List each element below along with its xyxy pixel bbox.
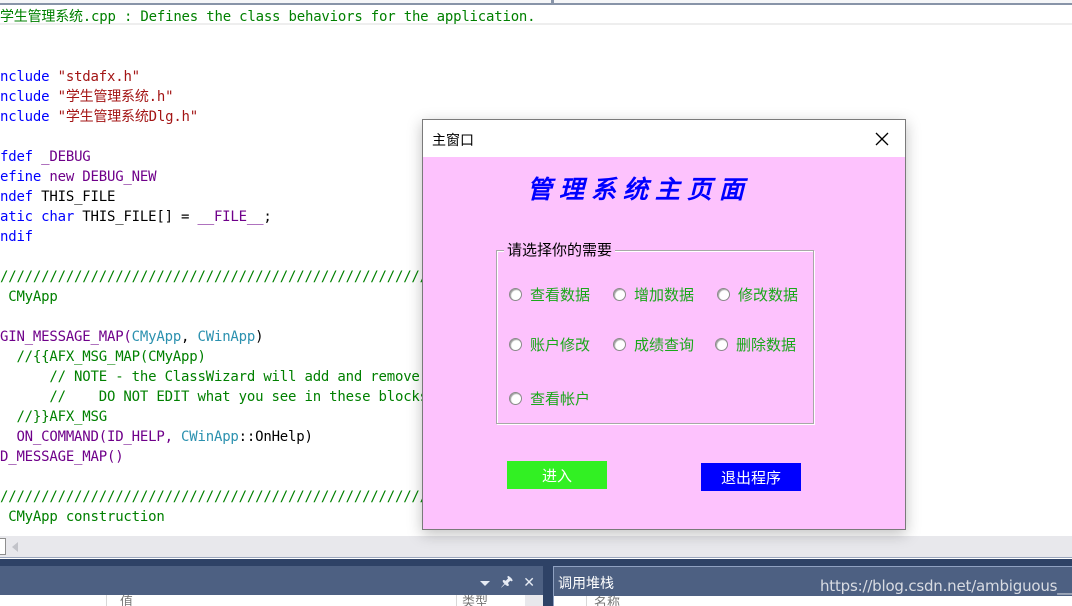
code-token: ON_COMMAND(ID_HELP, [0, 429, 182, 445]
code-token: , [181, 329, 198, 345]
code-line[interactable]: nclude "学生管理系统.h" [0, 87, 174, 107]
code-line[interactable]: nclude "学生管理系统Dlg.h" [0, 107, 198, 127]
code-token: new DEBUG_NEW [49, 169, 157, 185]
code-token: ) [255, 329, 264, 345]
radio-circle[interactable] [613, 338, 626, 351]
code-token: THIS_FILE [41, 189, 116, 205]
radio-circle[interactable] [509, 338, 522, 351]
locals-table: 值 类型 [0, 595, 543, 606]
code-line[interactable]: CMyApp construction [0, 507, 165, 527]
radio-circle[interactable] [717, 288, 730, 301]
code-token: "学生管理系统.h" [57, 89, 174, 105]
radio-modify-data[interactable]: 修改数据 [717, 284, 798, 305]
code-token: CMyApp [0, 289, 58, 305]
code-line[interactable]: ON_COMMAND(ID_HELP, CWinApp::OnHelp) [0, 427, 313, 447]
code-token: "stdafx.h" [57, 69, 140, 85]
code-line[interactable]: ndef THIS_FILE [0, 187, 115, 207]
code-line[interactable]: nclude "stdafx.h" [0, 67, 140, 87]
code-token: ::OnHelp) [238, 429, 313, 445]
code-token: CWinApp [181, 429, 239, 445]
code-line[interactable]: //{{AFX_MSG_MAP(CMyApp) [0, 347, 206, 367]
radio-label: 账户修改 [530, 336, 591, 354]
code-line[interactable]: CMyApp [0, 287, 58, 307]
close-icon[interactable]: ✕ [523, 575, 535, 591]
code-token: __FILE__ [197, 209, 264, 225]
close-icon [875, 132, 889, 145]
code-token: THIS_FILE[] = [82, 209, 198, 225]
radio-label: 增加数据 [634, 286, 695, 304]
options-groupbox: 请选择你的需要 查看数据 增加数据 修改数据 账户修改 成绩查询 删除数据 查看… [496, 241, 814, 424]
code-line[interactable]: atic char THIS_FILE[] = __FILE__; [0, 207, 272, 227]
radio-circle[interactable] [509, 288, 522, 301]
dialog-title: 主窗口 [432, 133, 474, 149]
watermark: https://blog.csdn.net/ambiguous__ [820, 577, 1072, 595]
column-separator[interactable] [106, 595, 107, 606]
code-token: ; [263, 209, 272, 225]
code-token: //}}AFX_MSG [0, 409, 107, 425]
radio-query-grades[interactable]: 成绩查询 [613, 334, 694, 355]
radio-circle[interactable] [509, 392, 522, 405]
radio-view-data[interactable]: 查看数据 [509, 284, 590, 305]
code-line[interactable]: fdef _DEBUG [0, 147, 91, 167]
code-token: fdef [0, 149, 42, 165]
code-token: efine [0, 169, 50, 185]
code-token: //{{AFX_MSG_MAP(CMyApp) [0, 349, 206, 365]
code-token: CMyApp [131, 329, 182, 345]
dropdown-icon[interactable] [480, 580, 491, 586]
code-token: CMyApp construction [0, 509, 165, 525]
column-header-name[interactable]: 名称 [594, 597, 620, 606]
column-header-value[interactable]: 值 [120, 596, 133, 606]
call-stack-table: 名称 [554, 596, 1072, 606]
code-token: D_MESSAGE_MAP() [0, 449, 124, 465]
radio-label: 查看帐户 [530, 390, 591, 408]
code-token: "学生管理系统Dlg.h" [57, 109, 199, 125]
code-line[interactable]: ndif [0, 227, 33, 247]
call-stack-title[interactable]: 调用堆栈 [558, 573, 614, 593]
radio-view-account[interactable]: 查看帐户 [509, 388, 590, 409]
column-separator[interactable] [586, 596, 587, 606]
code-line[interactable]: 学生管理系统.cpp : Defines the class behaviors… [0, 7, 536, 27]
radio-label: 成绩查询 [634, 336, 695, 354]
code-token: nclude [0, 69, 58, 85]
code-token: 学生管理系统.cpp : Defines the class behaviors… [0, 9, 536, 25]
radio-label: 修改数据 [738, 286, 799, 304]
code-token: ndif [0, 229, 33, 245]
radio-delete-data[interactable]: 删除数据 [715, 334, 796, 355]
enter-button[interactable]: 进入 [507, 461, 607, 489]
scroll-left-arrow-icon[interactable] [12, 542, 18, 552]
radio-label: 查看数据 [530, 286, 591, 304]
code-line[interactable]: //}}AFX_MSG [0, 407, 107, 427]
code-token: ndef [0, 189, 42, 205]
code-token: atic char [0, 209, 83, 225]
vertical-scrollbar[interactable] [525, 595, 543, 606]
pin-icon[interactable]: 🖈 [500, 571, 513, 595]
group-label: 请选择你的需要 [504, 241, 616, 259]
dialog-heading: 管理系统主页面 [527, 175, 752, 204]
radio-circle[interactable] [613, 288, 626, 301]
code-line[interactable]: efine new DEBUG_NEW [0, 167, 157, 187]
radio-add-data[interactable]: 增加数据 [613, 284, 694, 305]
main-window-dialog: 主窗口 管理系统主页面 请选择你的需要 查看数据 增加数据 修改数据 账户修改 … [422, 119, 906, 530]
code-line[interactable]: GIN_MESSAGE_MAP(CMyApp, CWinApp) [0, 327, 264, 347]
code-token: CWinApp [197, 329, 256, 345]
horizontal-scrollbar[interactable] [0, 536, 1072, 558]
radio-circle[interactable] [715, 338, 728, 351]
dialog-titlebar[interactable]: 主窗口 [423, 120, 905, 157]
column-separator[interactable] [456, 595, 457, 606]
code-token: _DEBUG [41, 149, 91, 165]
close-button[interactable] [859, 120, 905, 157]
column-header-type[interactable]: 类型 [462, 596, 488, 606]
zoom-combo[interactable] [0, 538, 6, 555]
locals-panel: 🖈 ✕ 值 类型 [0, 566, 543, 606]
radio-modify-account[interactable]: 账户修改 [509, 334, 590, 355]
code-token: nclude [0, 89, 58, 105]
exit-program-button[interactable]: 退出程序 [701, 463, 801, 491]
panel-tools: 🖈 ✕ [480, 571, 535, 595]
code-token: GIN_MESSAGE_MAP( [0, 329, 132, 345]
code-line[interactable]: D_MESSAGE_MAP() [0, 447, 124, 467]
radio-label: 删除数据 [736, 336, 797, 354]
code-token: nclude [0, 109, 58, 125]
